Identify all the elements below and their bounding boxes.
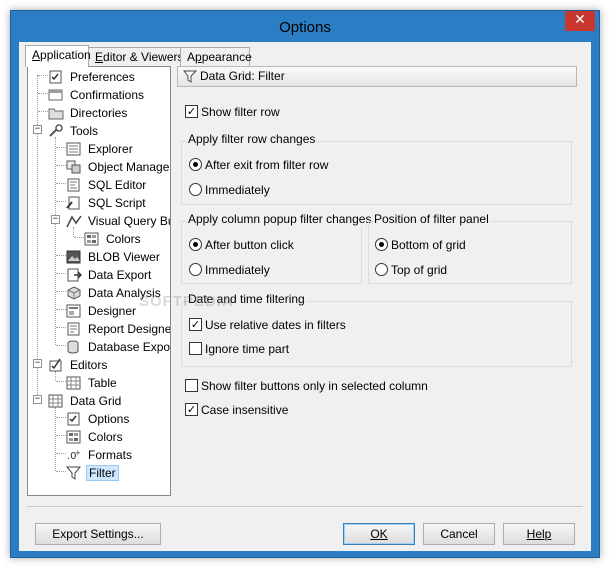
colors-icon	[84, 232, 100, 246]
watermark: SOFTPEDIA	[139, 293, 234, 310]
close-button[interactable]: ✕	[565, 11, 595, 31]
group-title-apply-popup: Apply column popup filter changes	[187, 212, 373, 226]
tree-item-data-grid[interactable]: Data Grid	[48, 391, 123, 409]
tree-item-object-manager[interactable]: Object Manager	[66, 157, 170, 175]
bottom-separator	[27, 506, 583, 507]
tree-item-data-export[interactable]: Data Export	[66, 265, 153, 283]
tree-item-editors[interactable]: Editors	[48, 355, 109, 373]
tree-item-tools[interactable]: Tools	[48, 121, 100, 139]
radio-immediately-row[interactable]: Immediately	[189, 182, 270, 198]
database-export-icon	[66, 340, 82, 354]
visual-query-builder-icon	[66, 214, 82, 228]
radio-top-of-grid[interactable]: Top of grid	[375, 262, 447, 278]
tools-icon	[48, 124, 64, 138]
radio-selected-icon	[189, 158, 202, 172]
group-datetime	[181, 301, 572, 367]
use-relative-dates-checkbox[interactable]: ✓ Use relative dates in filters	[189, 317, 346, 333]
tree-item-explorer[interactable]: Explorer	[66, 139, 135, 157]
window-title: Options	[279, 19, 331, 36]
tree-item-options[interactable]: Options	[66, 409, 131, 427]
tree-item-confirmations[interactable]: Confirmations	[48, 85, 146, 103]
expander-editors[interactable]: −	[33, 359, 42, 368]
data-grid-icon	[48, 394, 64, 408]
tab-application[interactable]: Application	[25, 45, 91, 67]
tab-appearance[interactable]: Appearance	[180, 47, 252, 66]
tree-item-sql-editor[interactable]: SQL Editor	[66, 175, 148, 193]
tree-item-blob-viewer[interactable]: BLOB Viewer	[66, 247, 162, 265]
group-title-apply-filter-row: Apply filter row changes	[187, 132, 317, 146]
expander-visual-query-builder[interactable]: −	[51, 215, 60, 224]
ignore-time-part-checkbox[interactable]: Ignore time part	[189, 341, 289, 357]
filter-icon	[65, 466, 82, 480]
tree-item-filter[interactable]: Filter	[65, 463, 119, 481]
empty-checkbox-icon	[189, 342, 202, 356]
options-window: Options ✕ Application Editor & Viewers A…	[10, 10, 600, 558]
case-insensitive-checkbox[interactable]: ✓ Case insensitive	[185, 402, 288, 418]
tree-item-directories[interactable]: Directories	[48, 103, 129, 121]
preferences-icon	[48, 70, 64, 84]
options-tree[interactable]: − − − − Preferences Confirmations Direct…	[27, 66, 171, 496]
tab-editor-viewers[interactable]: Editor & Viewers	[88, 47, 184, 66]
checkmark-icon: ✓	[185, 403, 198, 417]
tree-item-sql-script[interactable]: SQL Script	[66, 193, 148, 211]
tree-item-preferences[interactable]: Preferences	[48, 67, 137, 85]
tree-item-table[interactable]: Table	[66, 373, 119, 391]
editors-icon	[48, 358, 64, 372]
cancel-button[interactable]: Cancel	[423, 523, 495, 545]
radio-after-button-click[interactable]: After button click	[189, 237, 294, 253]
checkmark-icon: ✓	[189, 318, 202, 332]
data-analysis-icon	[66, 286, 82, 300]
directories-icon	[48, 106, 64, 120]
radio-immediately-popup[interactable]: Immediately	[189, 262, 270, 278]
designer-icon	[66, 304, 82, 318]
data-export-icon	[66, 268, 83, 282]
title-bar[interactable]: Options ✕	[11, 11, 599, 42]
expander-data-grid[interactable]: −	[33, 395, 42, 404]
blob-viewer-icon	[66, 250, 82, 264]
radio-bottom-of-grid[interactable]: Bottom of grid	[375, 237, 466, 253]
expander-tools[interactable]: −	[33, 125, 42, 134]
filter-icon	[182, 70, 198, 89]
filter-settings-panel: Data Grid: Filter ✓ Show filter row Apply…	[177, 66, 587, 506]
group-title-position: Position of filter panel	[373, 212, 490, 226]
radio-selected-icon	[375, 238, 388, 252]
tree-item-report-designer[interactable]: Report Designer	[66, 319, 170, 337]
formats-icon: .0 +	[66, 448, 82, 462]
radio-empty-icon	[189, 183, 202, 197]
tree-item-visual-query-builder[interactable]: Visual Query Builder	[66, 211, 170, 229]
section-header: Data Grid: Filter	[177, 66, 577, 87]
section-title: Data Grid: Filter	[200, 69, 285, 83]
radio-after-exit[interactable]: After exit from filter row	[189, 157, 328, 173]
show-filter-row-checkbox[interactable]: ✓ Show filter row	[185, 104, 280, 120]
table-icon	[66, 376, 82, 390]
tree-item-formats[interactable]: .0 + Formats	[66, 445, 134, 463]
checkmark-icon: ✓	[185, 105, 198, 119]
radio-empty-icon	[189, 263, 202, 277]
tree-item-vqb-colors[interactable]: Colors	[84, 229, 143, 247]
dialog-client: Application Editor & Viewers Appearance	[19, 42, 591, 551]
object-manager-icon	[66, 160, 82, 174]
help-button[interactable]: Help	[503, 523, 575, 545]
radio-empty-icon	[375, 263, 388, 277]
svg-text:+: +	[75, 449, 81, 457]
empty-checkbox-icon	[185, 379, 198, 393]
ok-button[interactable]: OK	[343, 523, 415, 545]
tree-item-database-export[interactable]: Database Export	[66, 337, 170, 355]
radio-selected-icon	[189, 238, 202, 252]
tree-item-designer[interactable]: Designer	[66, 301, 138, 319]
show-buttons-selected-column-checkbox[interactable]: Show filter buttons only in selected col…	[185, 378, 428, 394]
tree-item-grid-colors[interactable]: Colors	[66, 427, 125, 445]
sql-editor-icon	[66, 178, 82, 192]
confirmations-icon	[48, 88, 64, 102]
sql-script-icon	[66, 196, 82, 210]
colors-icon	[66, 430, 82, 444]
options-icon	[66, 412, 82, 426]
explorer-icon	[66, 142, 82, 156]
report-designer-icon	[66, 322, 82, 336]
export-settings-button[interactable]: Export Settings...	[35, 523, 161, 545]
